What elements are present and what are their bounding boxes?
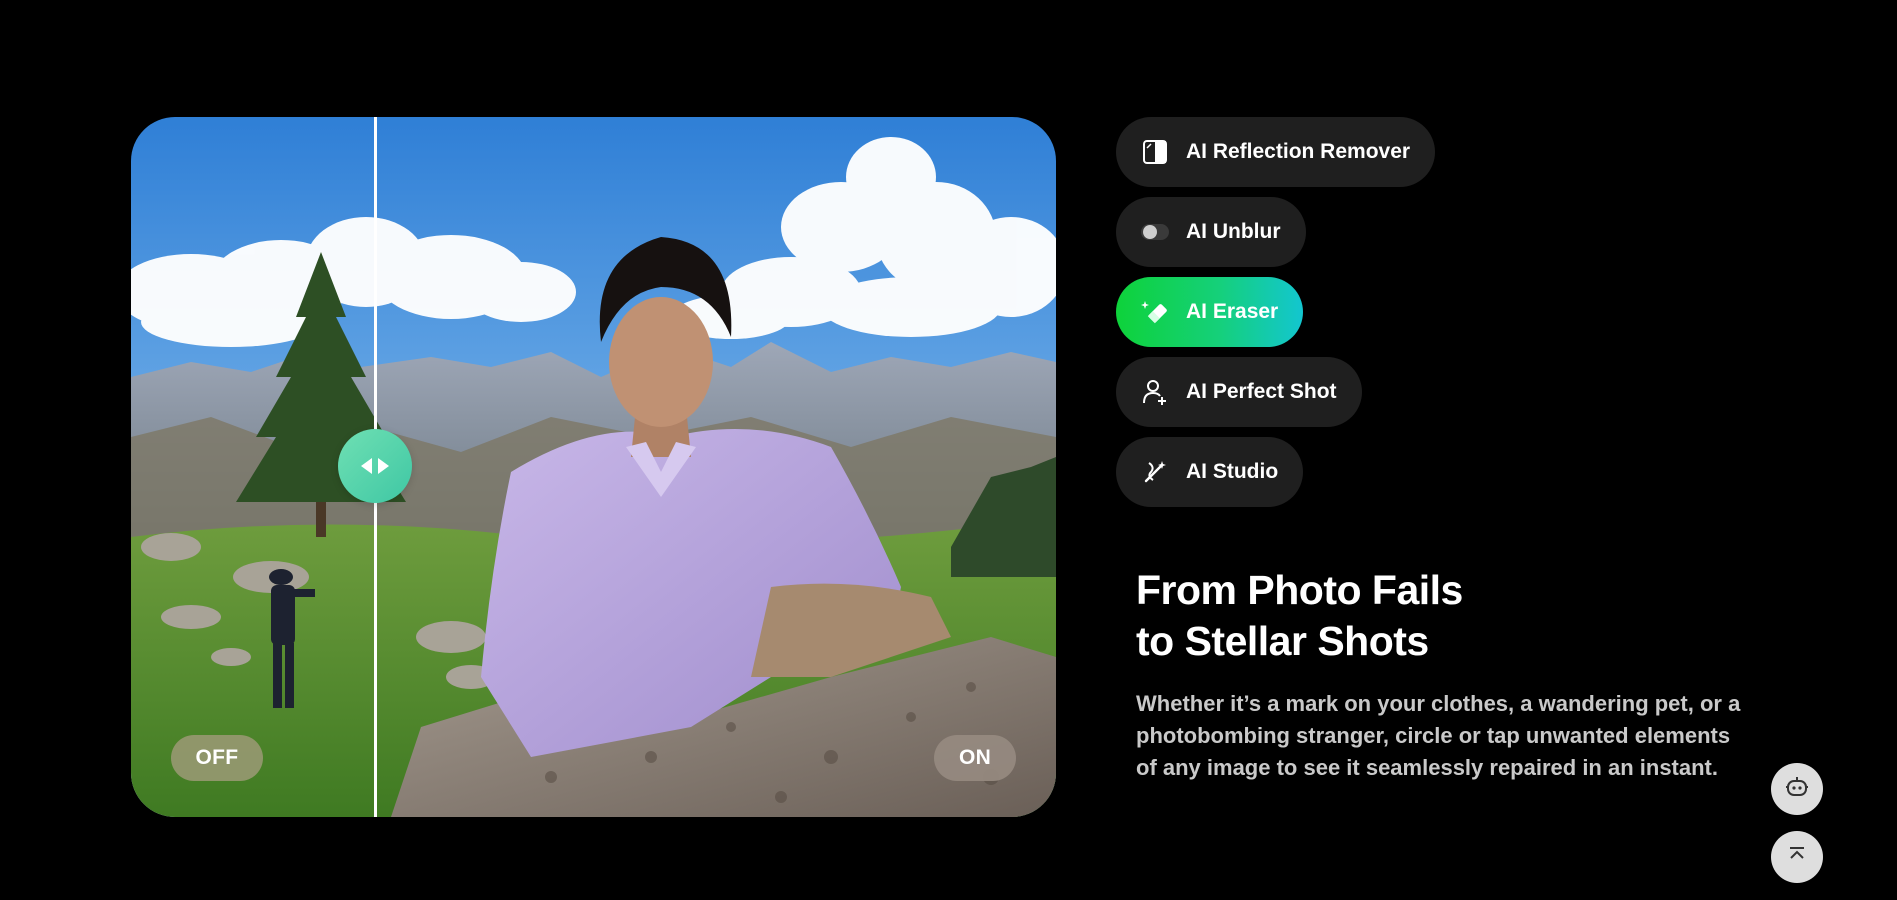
back-to-top-button[interactable] bbox=[1771, 831, 1823, 883]
on-label: ON bbox=[934, 735, 1016, 781]
arrow-right-icon bbox=[378, 458, 389, 474]
landscape-portrait-photo bbox=[131, 117, 1056, 817]
feature-ai-eraser[interactable]: AI Eraser bbox=[1116, 277, 1304, 347]
headline-line-2: to Stellar Shots bbox=[1136, 618, 1429, 664]
back-to-top-icon bbox=[1786, 844, 1808, 871]
arrow-left-icon bbox=[361, 458, 372, 474]
person-plus-icon bbox=[1140, 377, 1170, 407]
reflection-remover-icon bbox=[1140, 137, 1170, 167]
assistant-button[interactable] bbox=[1771, 763, 1823, 815]
section-headline: From Photo Fails to Stellar Shots bbox=[1136, 565, 1556, 667]
section-description: Whether it’s a mark on your clothes, a w… bbox=[1136, 691, 1741, 780]
unblur-toggle-icon bbox=[1140, 217, 1170, 247]
feature-ai-unblur[interactable]: AI Unblur bbox=[1116, 197, 1306, 267]
feature-label: AI Perfect Shot bbox=[1186, 380, 1337, 403]
feature-ai-perfect-shot[interactable]: AI Perfect Shot bbox=[1116, 357, 1362, 427]
off-label: OFF bbox=[171, 735, 263, 781]
feature-ai-reflection-remover[interactable]: AI Reflection Remover bbox=[1116, 117, 1436, 187]
feature-label: AI Unblur bbox=[1186, 220, 1281, 243]
feature-label: AI Studio bbox=[1186, 460, 1279, 483]
eraser-icon bbox=[1140, 297, 1170, 327]
feature-ai-studio[interactable]: AI Studio bbox=[1116, 437, 1304, 507]
feature-list: AI Reflection Remover AI Unblur AI Erase… bbox=[1116, 117, 1436, 507]
before-after-image[interactable]: OFF ON bbox=[131, 117, 1056, 817]
feature-label: AI Reflection Remover bbox=[1186, 140, 1411, 163]
compare-slider-handle[interactable] bbox=[338, 429, 412, 503]
headline-line-1: From Photo Fails bbox=[1136, 567, 1463, 613]
studio-wand-icon bbox=[1140, 457, 1170, 487]
robot-assistant-icon bbox=[1784, 774, 1810, 805]
feature-label: AI Eraser bbox=[1186, 300, 1279, 323]
